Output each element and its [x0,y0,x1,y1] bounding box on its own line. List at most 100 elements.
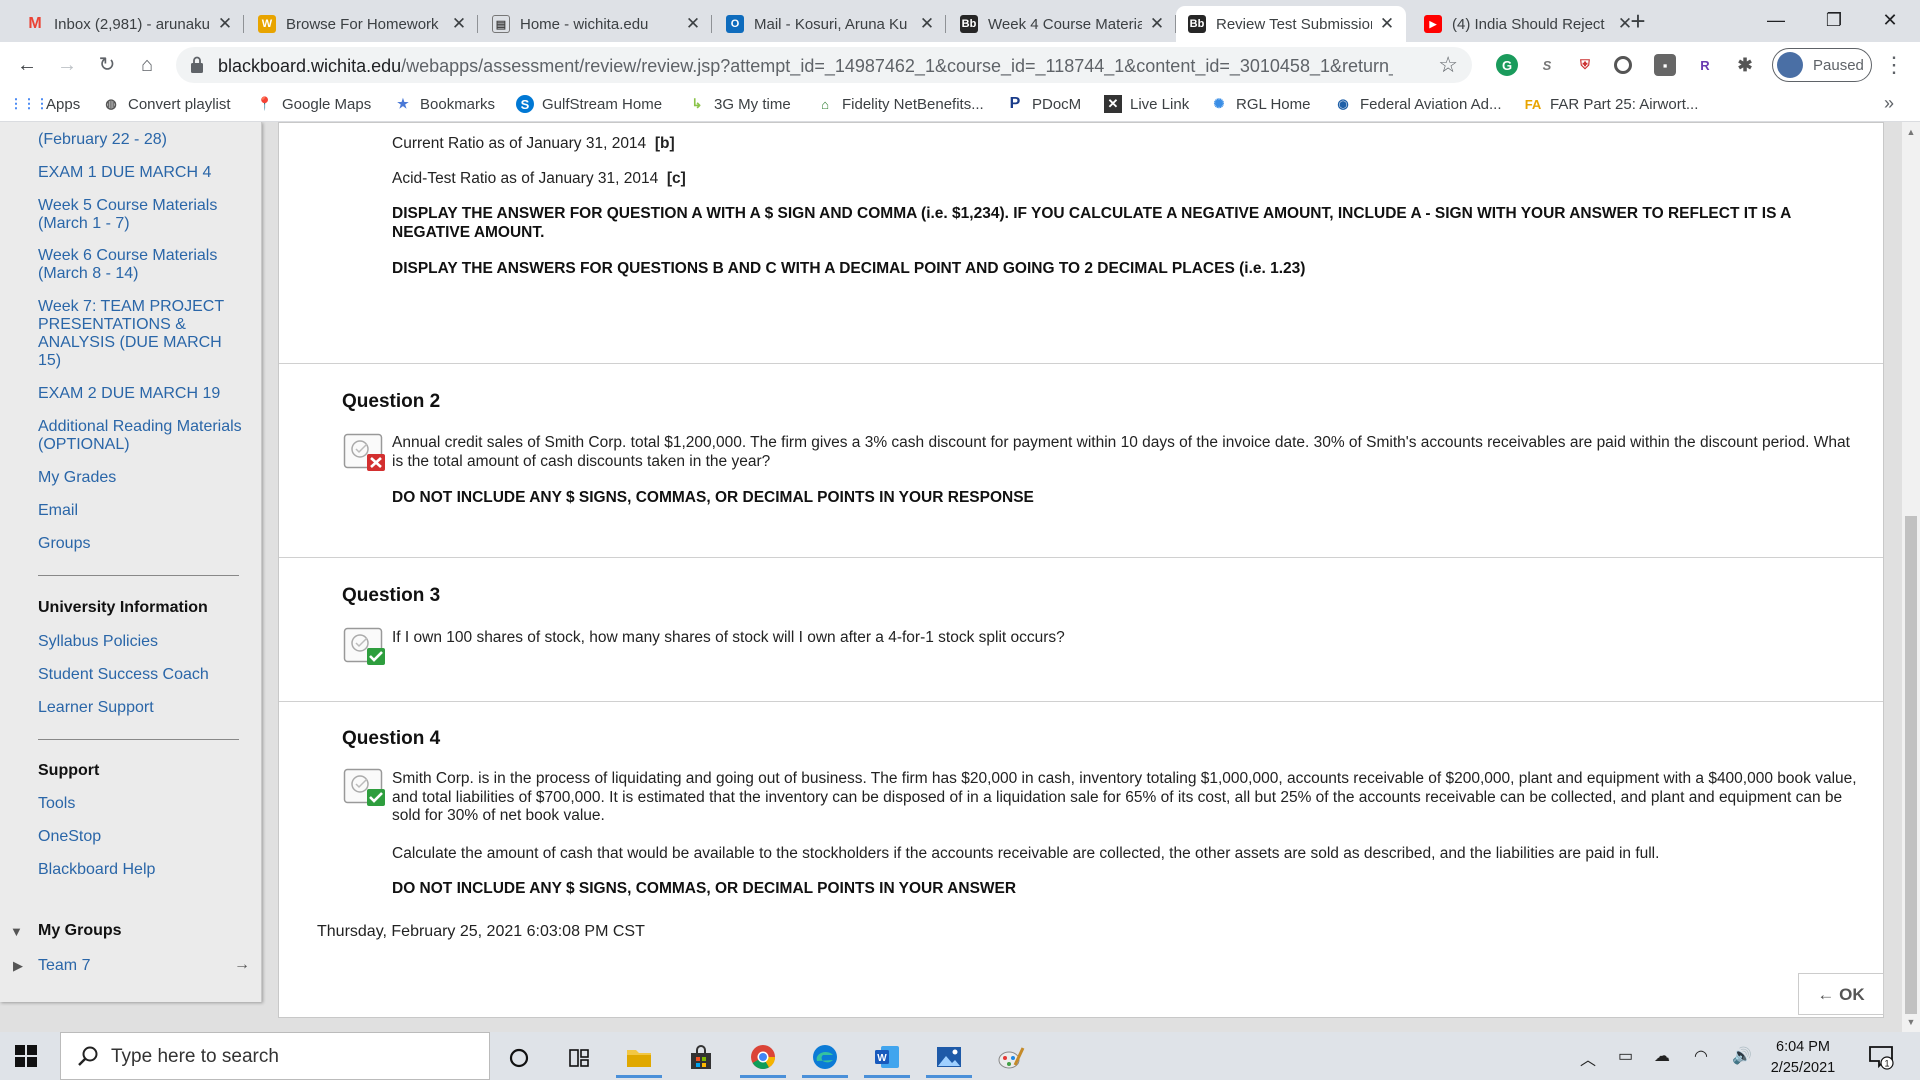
close-icon[interactable]: ✕ [1148,14,1166,34]
tab-title: Browse For Homework [286,15,439,33]
windows-start-icon[interactable] [14,1044,38,1068]
bookmark-gulfstream[interactable]: S GulfStream Home [516,95,662,113]
tab-review-test[interactable]: Bb Review Test Submission ✕ [1176,6,1406,42]
bookmark-google-maps[interactable]: 📍 Google Maps [256,95,371,113]
sidebar-item-exam1[interactable]: EXAM 1 DUE MARCH 4 [38,164,248,182]
sidebar-item-blackboard-help[interactable]: Blackboard Help [38,861,248,879]
browser-toolbar: ← → ↻ ⌂ blackboard.wichita.edu/webapps/a… [0,42,1920,88]
tray-overflow-chevron-icon[interactable]: ︿ [1580,1046,1596,1070]
task-view-icon[interactable] [556,1038,602,1078]
sidebar-item-groups[interactable]: Groups [38,535,248,553]
address-bar[interactable]: blackboard.wichita.edu/webapps/assessmen… [176,47,1472,83]
paint-icon[interactable] [988,1038,1034,1078]
close-icon[interactable]: ✕ [918,14,936,34]
my-groups-heading[interactable]: My Groups [38,922,122,940]
sidebar-item-team7[interactable]: Team 7 [38,957,158,975]
square-extension-icon[interactable]: ▪ [1654,54,1676,76]
sidebar-item-week6[interactable]: Week 6 Course Materials (March 8 - 14) [38,247,248,283]
bookmark-live-link[interactable]: ✕ Live Link [1104,95,1189,113]
university-info-heading: University Information [38,599,208,616]
clock-date: 2/25/2021 [1770,1060,1836,1076]
lock-icon [191,56,203,73]
circle-extension-icon[interactable] [1614,56,1632,74]
sidebar-item-week5[interactable]: Week 5 Course Materials (March 1 - 7) [38,197,248,233]
bookmark-faa[interactable]: ◉ Federal Aviation Ad... [1334,95,1501,113]
forward-button[interactable]: → [50,48,84,82]
shield-extension-icon[interactable]: ⛨ [1574,54,1596,76]
profile-button[interactable]: Paused [1772,48,1872,82]
sidebar-item-exam2[interactable]: EXAM 2 DUE MARCH 19 [38,385,248,403]
tab-wichita[interactable]: ▤ Home - wichita.edu ✕ [480,6,712,42]
photos-icon[interactable] [926,1038,972,1078]
close-icon[interactable]: ✕ [1378,14,1396,34]
bookmark-star-icon[interactable]: ☆ [1438,52,1458,78]
expand-triangle-down-icon[interactable]: ▼ [10,924,23,939]
bookmark-fidelity[interactable]: ⌂ Fidelity NetBenefits... [816,95,984,113]
close-window-button[interactable]: ✕ [1862,0,1918,40]
bookmark-3g-my-time[interactable]: ↳ 3G My time [688,95,791,113]
question-4-text2: Calculate the amount of cash that would … [392,845,1660,862]
tab-gmail[interactable]: M Inbox (2,981) - arunaku ✕ [14,6,244,42]
puzzle-extensions-icon[interactable]: ✱ [1734,54,1756,76]
tab-outlook[interactable]: O Mail - Kosuri, Aruna Ku ✕ [714,6,946,42]
close-icon[interactable]: ✕ [684,14,702,34]
q1-current-ratio-line: Current Ratio as of January 31, 2014 [b] [392,135,675,152]
sidebar-item-tools[interactable]: Tools [38,795,248,813]
reload-button[interactable]: ↻ [90,48,124,82]
home-button[interactable]: ⌂ [130,48,164,82]
battery-icon[interactable]: ▭ [1618,1046,1633,1066]
volume-icon[interactable]: 🔊 [1732,1046,1752,1066]
taskbar-search-input[interactable]: Type here to search [60,1032,490,1080]
kebab-menu-icon[interactable]: ⋮ [1882,48,1906,82]
sidebar-item-learner-support[interactable]: Learner Support [38,699,248,717]
wifi-icon[interactable]: ◠ [1694,1046,1708,1066]
team-arrow-icon[interactable]: → [234,956,254,974]
word-icon[interactable]: W [864,1038,910,1078]
question-2-text: Annual credit sales of Smith Corp. total… [392,434,1850,470]
system-clock[interactable]: 6:04 PM 2/25/2021 [1758,1037,1848,1079]
bookmark-bookmarks[interactable]: ★ Bookmarks [394,95,495,113]
tab-week4[interactable]: Bb Week 4 Course Materia ✕ [948,6,1176,42]
sidebar-item-week7[interactable]: Week 7: TEAM PROJECT PRESENTATIONS & ANA… [38,298,248,370]
scroll-down-arrow-icon[interactable]: ▼ [1902,1014,1920,1030]
scroll-up-arrow-icon[interactable]: ▲ [1902,124,1920,140]
restore-button[interactable]: ❐ [1806,0,1862,40]
sidebar-divider [38,575,239,576]
grammarly-extension-icon[interactable]: G [1496,54,1518,76]
bookmark-rgl-home[interactable]: ✺ RGL Home [1210,95,1311,113]
bookmarks-overflow-button[interactable]: » [1884,93,1894,114]
sidebar-item-email[interactable]: Email [38,502,248,520]
tab-youtube[interactable]: ▶ (4) India Should Reject ✕ [1412,6,1644,42]
scrollbar-thumb[interactable] [1905,516,1917,1014]
bookmark-far-part-25[interactable]: FA FAR Part 25: Airwort... [1524,95,1699,113]
chrome-icon[interactable] [740,1038,786,1078]
back-button[interactable]: ← [10,48,44,82]
bookmark-pdocm[interactable]: P PDocM [1006,95,1082,113]
tab-homework[interactable]: W Browse For Homework ✕ [246,6,478,42]
r-extension-icon[interactable]: R [1694,54,1716,76]
store-icon[interactable] [678,1038,724,1078]
new-tab-button[interactable]: + [1620,6,1656,36]
file-explorer-icon[interactable] [616,1038,662,1078]
apps-grid-icon: ⋮⋮⋮ [9,96,49,111]
sidebar-item-additional-reading[interactable]: Additional Reading Materials (OPTIONAL) [38,418,248,454]
cortana-icon[interactable] [496,1038,542,1078]
bookmark-convert-playlist[interactable]: ◍ Convert playlist [102,95,230,113]
ok-button[interactable]: ← OK [1798,973,1884,1015]
map-pin-icon: 📍 [256,96,274,111]
sidebar-item-success-coach[interactable]: Student Success Coach [38,666,248,684]
expand-triangle-right-icon[interactable]: ▶ [13,958,23,974]
action-center-notification-icon[interactable]: 1 [1868,1044,1894,1070]
onedrive-cloud-icon[interactable]: ☁ [1654,1046,1670,1066]
edge-icon[interactable] [802,1038,848,1078]
close-icon[interactable]: ✕ [216,14,234,34]
sidebar-item-my-grades[interactable]: My Grades [38,469,248,487]
bookmark-apps[interactable]: ⋮⋮⋮ Apps [9,95,81,113]
sidebar-item-week4-dates[interactable]: (February 22 - 28) [38,131,248,149]
s-extension-icon[interactable]: S [1536,54,1558,76]
question-4-text: Smith Corp. is in the process of liquida… [392,770,1857,824]
sidebar-item-syllabus[interactable]: Syllabus Policies [38,633,248,651]
minimize-button[interactable]: — [1748,0,1804,40]
sidebar-item-onestop[interactable]: OneStop [38,828,248,846]
close-icon[interactable]: ✕ [450,14,468,34]
